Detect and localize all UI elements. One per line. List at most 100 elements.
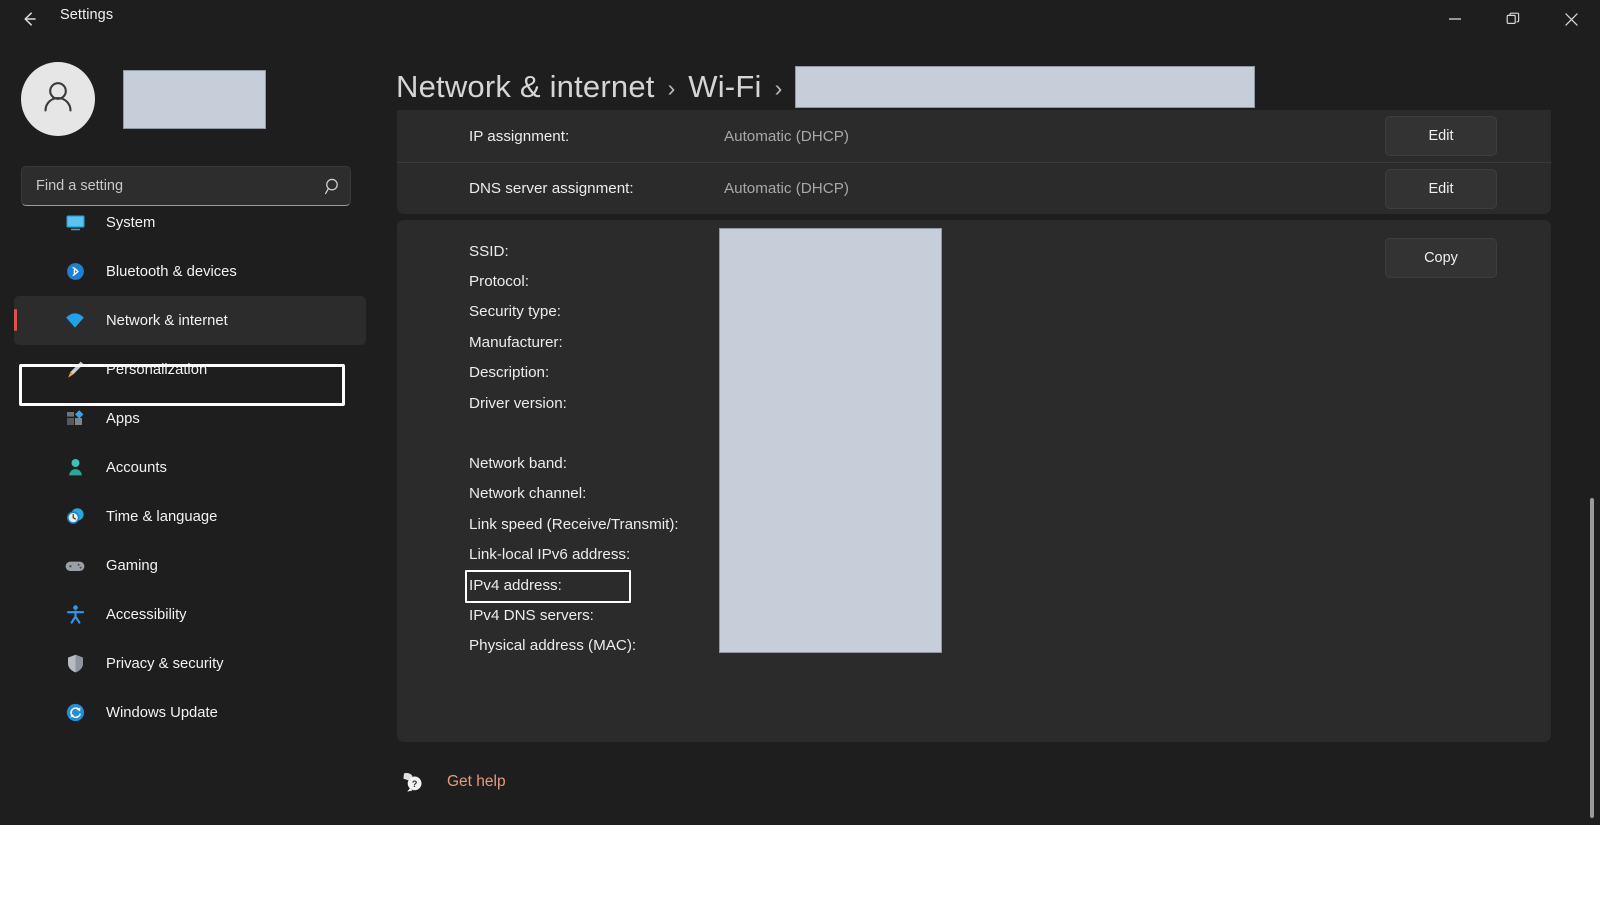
window-controls bbox=[1426, 0, 1600, 38]
sidebar-item-time-language[interactable]: Time & language bbox=[14, 492, 366, 541]
property-label: Link-local IPv6 address: bbox=[469, 546, 631, 564]
sidebar-item-privacy-security[interactable]: Privacy & security bbox=[14, 639, 366, 688]
property-label: Network band: bbox=[469, 455, 567, 473]
breadcrumb-wifi[interactable]: Wi-Fi bbox=[688, 69, 761, 105]
back-arrow-icon bbox=[19, 9, 39, 29]
property-protocol: Protocol: bbox=[397, 266, 1551, 296]
minimize-icon bbox=[1448, 12, 1462, 26]
property-physical-address: Physical address (MAC): bbox=[397, 631, 1551, 661]
restore-button[interactable] bbox=[1484, 0, 1542, 38]
update-icon bbox=[60, 702, 90, 723]
title-bar: Settings bbox=[0, 0, 1600, 38]
sidebar-item-gaming[interactable]: Gaming bbox=[14, 541, 366, 590]
paintbrush-icon bbox=[60, 359, 90, 381]
scrollbar-thumb[interactable] bbox=[1590, 498, 1594, 818]
breadcrumb-network-name-redacted bbox=[795, 66, 1256, 108]
property-network-channel: Network channel: bbox=[397, 479, 1551, 509]
property-label: Description: bbox=[469, 364, 550, 382]
adapter-properties-card: SSID: Protocol: Security type: Manufactu… bbox=[397, 220, 1551, 742]
property-label: IPv4 DNS servers: bbox=[469, 606, 594, 624]
restore-icon bbox=[1506, 12, 1520, 26]
sidebar-item-label: System bbox=[106, 214, 156, 231]
monitor-icon bbox=[60, 212, 90, 233]
profile-name-redacted bbox=[123, 69, 266, 129]
edit-ip-assignment-button[interactable]: Edit bbox=[1385, 116, 1497, 156]
copy-properties-button[interactable]: Copy bbox=[1385, 238, 1497, 278]
clock-icon bbox=[60, 506, 90, 527]
sidebar-nav: System Bluetooth & devices Network & int… bbox=[0, 198, 380, 737]
sidebar-item-apps[interactable]: Apps bbox=[14, 394, 366, 443]
property-label: Security type: bbox=[469, 303, 562, 321]
ip-settings-card: IP assignment: Automatic (DHCP) Edit DNS… bbox=[397, 110, 1551, 214]
property-label: Manufacturer: bbox=[469, 333, 563, 351]
minimize-button[interactable] bbox=[1426, 0, 1484, 38]
help-question-icon: ? bbox=[397, 766, 429, 798]
sidebar-item-accessibility[interactable]: Accessibility bbox=[14, 590, 366, 639]
property-link-local-ipv6: Link-local IPv6 address: bbox=[397, 540, 1551, 570]
sidebar-item-label: Accounts bbox=[106, 459, 167, 476]
shield-icon bbox=[60, 653, 90, 674]
property-values-redacted bbox=[719, 228, 942, 653]
apps-icon bbox=[60, 408, 90, 429]
chevron-right-icon: › bbox=[774, 74, 783, 101]
property-security-type: Security type: bbox=[397, 297, 1551, 327]
account-icon bbox=[60, 457, 90, 478]
back-button[interactable] bbox=[12, 2, 46, 36]
get-help-link[interactable]: ? Get help bbox=[397, 766, 506, 798]
sidebar-item-accounts[interactable]: Accounts bbox=[14, 443, 366, 492]
avatar bbox=[21, 62, 95, 136]
wifi-icon bbox=[60, 310, 90, 332]
property-label: Physical address (MAC): bbox=[469, 637, 637, 655]
sidebar-item-system[interactable]: System bbox=[14, 198, 366, 247]
row-dns-server-assignment: DNS server assignment: Automatic (DHCP) … bbox=[397, 162, 1551, 214]
property-label: Driver version: bbox=[469, 394, 567, 412]
property-label: IPv4 address: bbox=[469, 576, 562, 594]
breadcrumb-root[interactable]: Network & internet bbox=[396, 69, 655, 105]
property-network-band: Network band: bbox=[397, 448, 1551, 478]
profile-block[interactable] bbox=[21, 62, 266, 136]
property-label: Protocol: bbox=[469, 273, 529, 291]
breadcrumb: Network & internet › Wi-Fi › bbox=[396, 60, 1256, 114]
property-manufacturer: Manufacturer: bbox=[397, 327, 1551, 357]
sidebar-item-label: Gaming bbox=[106, 557, 158, 574]
accessibility-icon bbox=[60, 604, 90, 625]
sidebar-item-label: Bluetooth & devices bbox=[106, 263, 237, 280]
gamepad-icon bbox=[60, 555, 90, 577]
property-link-speed: Link speed (Receive/Transmit): bbox=[397, 509, 1551, 539]
search-input[interactable] bbox=[22, 178, 316, 194]
sidebar-item-personalization[interactable]: Personalization bbox=[14, 345, 366, 394]
settings-window: Settings Find a setting System Bluetooth… bbox=[0, 0, 1600, 825]
sidebar-item-label: Network & internet bbox=[106, 312, 228, 329]
property-label: Link speed (Receive/Transmit): bbox=[469, 515, 679, 533]
edit-dns-assignment-button[interactable]: Edit bbox=[1385, 168, 1497, 209]
property-group-gap bbox=[397, 418, 1551, 448]
properties-list: SSID: Protocol: Security type: Manufactu… bbox=[397, 220, 1551, 661]
property-label: SSID: bbox=[469, 242, 509, 260]
sidebar-item-windows-update[interactable]: Windows Update bbox=[14, 688, 366, 737]
person-avatar-icon bbox=[35, 74, 81, 125]
sidebar: System Bluetooth & devices Network bbox=[0, 38, 380, 825]
sidebar-item-bluetooth-devices[interactable]: Bluetooth & devices bbox=[14, 247, 366, 296]
close-button[interactable] bbox=[1542, 0, 1600, 38]
sidebar-item-label: Apps bbox=[106, 410, 140, 427]
property-ssid: SSID: bbox=[397, 236, 1551, 266]
sidebar-item-label: Privacy & security bbox=[106, 655, 224, 672]
content-area: Network & internet › Wi-Fi › IP assignme… bbox=[380, 38, 1600, 825]
property-ipv4-address: IPv4 address: bbox=[397, 569, 1551, 603]
row-label: IP assignment: bbox=[469, 127, 570, 145]
row-value: Automatic (DHCP) bbox=[724, 127, 849, 145]
property-ipv4-dns-servers: IPv4 DNS servers: bbox=[397, 600, 1551, 630]
bluetooth-icon bbox=[60, 261, 90, 282]
property-driver-version: Driver version: bbox=[397, 388, 1551, 418]
row-value: Automatic (DHCP) bbox=[724, 180, 849, 197]
window-title: Settings bbox=[60, 7, 114, 23]
sidebar-item-label: Time & language bbox=[106, 508, 218, 525]
sidebar-item-label: Personalization bbox=[106, 361, 208, 378]
property-label: Network channel: bbox=[469, 485, 587, 503]
close-icon bbox=[1564, 12, 1579, 27]
content-scrollbar[interactable] bbox=[1588, 83, 1596, 823]
property-description: Description: bbox=[397, 358, 1551, 388]
sidebar-item-network-internet[interactable]: Network & internet bbox=[14, 296, 366, 345]
search-icon[interactable] bbox=[316, 177, 350, 196]
get-help-label: Get help bbox=[447, 773, 506, 790]
